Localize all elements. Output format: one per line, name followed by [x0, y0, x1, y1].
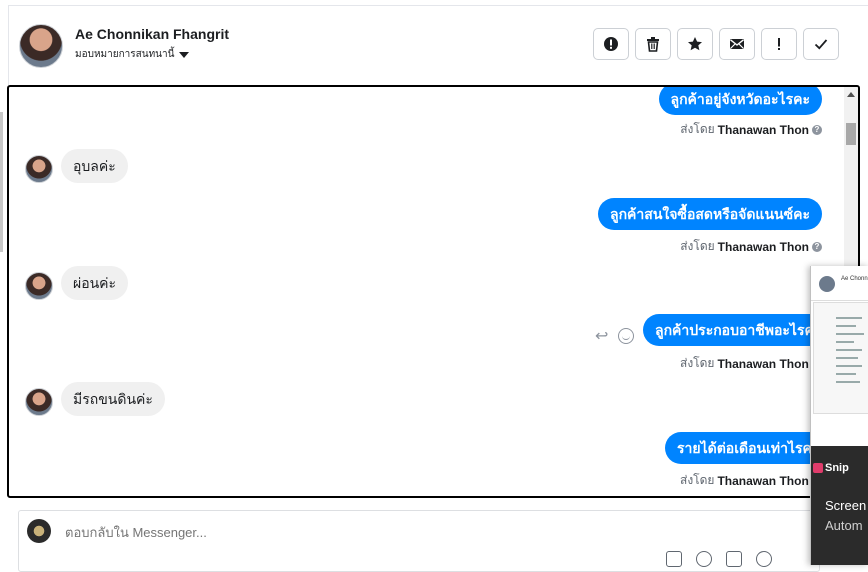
contact-name[interactable]: Ae Chonnikan Fhangrit — [75, 26, 229, 42]
outgoing-message[interactable]: ลูกค้าประกอบอาชีพอะไรคะ — [643, 314, 834, 346]
assign-conversation-dropdown[interactable]: มอบหมายการสนทนานี้ — [75, 47, 190, 62]
contact-avatar-small — [25, 155, 53, 183]
incoming-message[interactable]: อุบลค่ะ — [61, 149, 128, 183]
overlay-thumb-document — [813, 302, 868, 414]
message-thread[interactable]: ลูกค้าอยู่จังหวัดอะไรคะ ส่งโดย Thanawan … — [7, 85, 860, 498]
overlay-thumb-avatar — [819, 276, 835, 292]
follow-up-button[interactable] — [761, 28, 797, 60]
snip-toast-title: Screen — [825, 498, 867, 513]
edge-marker — [0, 112, 3, 252]
sent-by-label: ส่งโดย Thanawan Thon ? — [680, 120, 822, 139]
mark-spam-button[interactable] — [593, 28, 629, 60]
star-button[interactable] — [677, 28, 713, 60]
overlay-thumb-header: Ae Chonni — [811, 266, 868, 301]
react-emoji-icon[interactable] — [618, 328, 634, 344]
reply-input[interactable] — [63, 524, 667, 541]
conversation-header: Ae Chonnikan Fhangrit มอบหมายการสนทนานี้ — [9, 6, 868, 84]
snip-toast-subtitle: Autom — [825, 518, 863, 533]
scroll-up-arrow-icon[interactable] — [847, 92, 855, 97]
exclamation-icon — [778, 38, 780, 50]
page-avatar — [27, 519, 51, 543]
snip-notification-overlay[interactable]: Ae Chonni Snip Screen Autom — [810, 266, 868, 565]
envelope-icon — [730, 39, 744, 49]
alert-icon — [604, 37, 618, 51]
reply-arrow-icon[interactable]: ↩ — [595, 326, 608, 346]
sent-by-label: ส่งโดย Thanawan Thon ? — [680, 237, 822, 256]
overlay-thumb-text: Ae Chonni — [841, 276, 868, 282]
contact-avatar-small — [25, 272, 53, 300]
outgoing-message[interactable]: รายได้ต่อเดือนเท่าไรคะ — [665, 432, 832, 464]
outgoing-message[interactable]: ลูกค้าสนใจซื้อสดหรือจัดแนนซ์คะ — [598, 198, 822, 230]
delete-button[interactable] — [635, 28, 671, 60]
scroll-thumb[interactable] — [846, 123, 856, 145]
outgoing-message[interactable]: ลูกค้าอยู่จังหวัดอะไรคะ — [658, 87, 822, 115]
question-icon[interactable]: ? — [812, 124, 822, 135]
star-icon — [688, 37, 702, 51]
check-icon — [814, 39, 828, 50]
incoming-message[interactable]: ผ่อนค่ะ — [61, 266, 129, 300]
contact-avatar[interactable] — [19, 24, 63, 68]
contact-avatar-small — [25, 388, 53, 416]
assign-label: มอบหมายการสนทนานี้ — [75, 49, 175, 60]
trash-icon — [647, 37, 659, 52]
question-icon[interactable]: ? — [812, 241, 822, 252]
mark-unread-button[interactable] — [719, 28, 755, 60]
snip-app-name: Snip — [825, 462, 849, 474]
snip-app-icon — [813, 463, 823, 473]
incoming-message[interactable]: มีรถขนดินค่ะ — [61, 382, 165, 416]
header-actions — [593, 28, 839, 60]
reply-composer — [18, 510, 820, 572]
caret-down-icon — [179, 51, 190, 58]
sent-by-label: ส่งโดย Thanawan Thon — [680, 473, 809, 488]
sent-by-label: ส่งโดย Thanawan Thon — [680, 356, 809, 371]
mark-done-button[interactable] — [803, 28, 839, 60]
